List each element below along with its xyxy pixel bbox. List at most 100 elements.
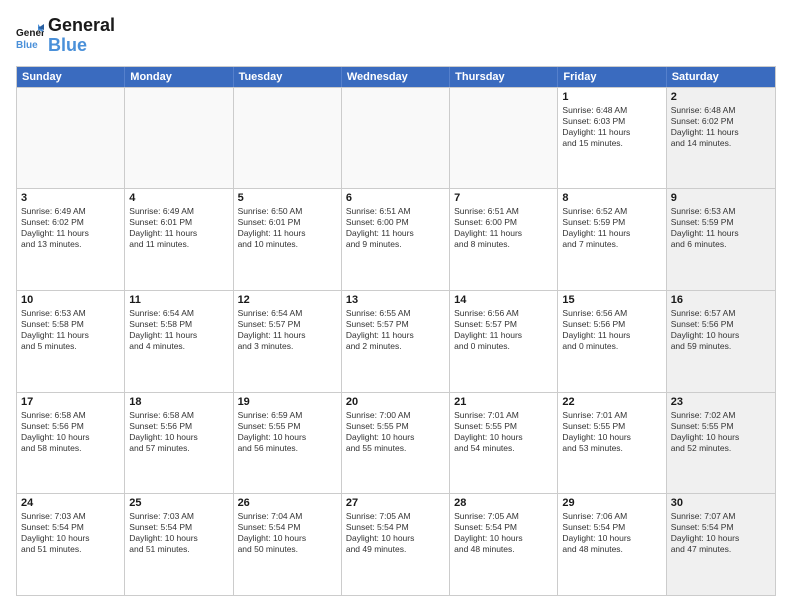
day-number: 18 xyxy=(129,396,228,408)
calendar-cell-2-5: 15 Sunrise: 6:56 AM Sunset: 5:56 PM Dayli… xyxy=(558,291,666,392)
cell-info: Sunrise: 6:53 AM Sunset: 5:58 PM Dayligh… xyxy=(21,308,120,352)
calendar-cell-2-3: 13 Sunrise: 6:55 AM Sunset: 5:57 PM Dayli… xyxy=(342,291,450,392)
calendar-cell-3-2: 19 Sunrise: 6:59 AM Sunset: 5:55 PM Dayli… xyxy=(234,393,342,494)
calendar-row-2: 10 Sunrise: 6:53 AM Sunset: 5:58 PM Dayli… xyxy=(17,290,775,392)
calendar-cell-2-0: 10 Sunrise: 6:53 AM Sunset: 5:58 PM Dayli… xyxy=(17,291,125,392)
logo-text: GeneralBlue xyxy=(48,16,115,56)
day-number: 25 xyxy=(129,497,228,509)
calendar-cell-4-4: 28 Sunrise: 7:05 AM Sunset: 5:54 PM Dayli… xyxy=(450,494,558,595)
calendar-cell-4-5: 29Sunrise: 7:06 AM Sunset: 5:54 PM Dayli… xyxy=(558,494,666,595)
cell-info: Sunrise: 7:05 AM Sunset: 5:54 PM Dayligh… xyxy=(346,511,445,555)
day-number: 8 xyxy=(562,192,661,204)
calendar-row-3: 17 Sunrise: 6:58 AM Sunset: 5:56 PM Dayli… xyxy=(17,392,775,494)
cell-info: Sunrise: 7:05 AM Sunset: 5:54 PM Dayligh… xyxy=(454,511,553,555)
cell-info: Sunrise: 6:58 AM Sunset: 5:56 PM Dayligh… xyxy=(21,410,120,454)
cell-info: Sunrise: 6:54 AM Sunset: 5:58 PM Dayligh… xyxy=(129,308,228,352)
calendar-cell-2-6: 16Sunrise: 6:57 AM Sunset: 5:56 PM Dayli… xyxy=(667,291,775,392)
weekday-header-thursday: Thursday xyxy=(450,67,558,87)
cell-info: Sunrise: 6:58 AM Sunset: 5:56 PM Dayligh… xyxy=(129,410,228,454)
cell-info: Sunrise: 7:03 AM Sunset: 5:54 PM Dayligh… xyxy=(21,511,120,555)
day-number: 7 xyxy=(454,192,553,204)
calendar-cell-1-0: 3 Sunrise: 6:49 AM Sunset: 6:02 PM Daylig… xyxy=(17,189,125,290)
weekday-header-sunday: Sunday xyxy=(17,67,125,87)
day-number: 22 xyxy=(562,396,661,408)
day-number: 19 xyxy=(238,396,337,408)
cell-info: Sunrise: 6:54 AM Sunset: 5:57 PM Dayligh… xyxy=(238,308,337,352)
calendar-cell-1-2: 5 Sunrise: 6:50 AM Sunset: 6:01 PM Daylig… xyxy=(234,189,342,290)
cell-info: Sunrise: 6:48 AM Sunset: 6:03 PM Dayligh… xyxy=(562,105,661,149)
calendar-cell-1-3: 6 Sunrise: 6:51 AM Sunset: 6:00 PM Daylig… xyxy=(342,189,450,290)
calendar-cell-0-3 xyxy=(342,88,450,189)
day-number: 3 xyxy=(21,192,120,204)
calendar-cell-4-6: 30 Sunrise: 7:07 AM Sunset: 5:54 PM Dayli… xyxy=(667,494,775,595)
weekday-header-saturday: Saturday xyxy=(667,67,775,87)
day-number: 10 xyxy=(21,294,120,306)
day-number: 13 xyxy=(346,294,445,306)
calendar-row-0: 1 Sunrise: 6:48 AM Sunset: 6:03 PM Daylig… xyxy=(17,87,775,189)
calendar-cell-1-4: 7 Sunrise: 6:51 AM Sunset: 6:00 PM Daylig… xyxy=(450,189,558,290)
cell-info: Sunrise: 6:59 AM Sunset: 5:55 PM Dayligh… xyxy=(238,410,337,454)
day-number: 21 xyxy=(454,396,553,408)
day-number: 28 xyxy=(454,497,553,509)
day-number: 6 xyxy=(346,192,445,204)
calendar-body: 1 Sunrise: 6:48 AM Sunset: 6:03 PM Daylig… xyxy=(17,87,775,595)
logo-icon: General Blue xyxy=(16,22,44,50)
calendar-cell-3-1: 18 Sunrise: 6:58 AM Sunset: 5:56 PM Dayli… xyxy=(125,393,233,494)
calendar-cell-3-0: 17 Sunrise: 6:58 AM Sunset: 5:56 PM Dayli… xyxy=(17,393,125,494)
page-header: General Blue GeneralBlue xyxy=(16,16,776,56)
day-number: 12 xyxy=(238,294,337,306)
calendar-cell-0-5: 1 Sunrise: 6:48 AM Sunset: 6:03 PM Daylig… xyxy=(558,88,666,189)
svg-text:Blue: Blue xyxy=(16,40,38,50)
cell-info: Sunrise: 7:04 AM Sunset: 5:54 PM Dayligh… xyxy=(238,511,337,555)
calendar-cell-1-1: 4Sunrise: 6:49 AM Sunset: 6:01 PM Daylig… xyxy=(125,189,233,290)
weekday-header-monday: Monday xyxy=(125,67,233,87)
cell-info: Sunrise: 6:53 AM Sunset: 5:59 PM Dayligh… xyxy=(671,206,771,250)
day-number: 9 xyxy=(671,192,771,204)
cell-info: Sunrise: 6:51 AM Sunset: 6:00 PM Dayligh… xyxy=(346,206,445,250)
calendar-cell-1-6: 9 Sunrise: 6:53 AM Sunset: 5:59 PM Daylig… xyxy=(667,189,775,290)
cell-info: Sunrise: 6:51 AM Sunset: 6:00 PM Dayligh… xyxy=(454,206,553,250)
day-number: 2 xyxy=(671,91,771,103)
calendar-cell-3-4: 21 Sunrise: 7:01 AM Sunset: 5:55 PM Dayli… xyxy=(450,393,558,494)
day-number: 16 xyxy=(671,294,771,306)
day-number: 14 xyxy=(454,294,553,306)
weekday-header-wednesday: Wednesday xyxy=(342,67,450,87)
cell-info: Sunrise: 6:55 AM Sunset: 5:57 PM Dayligh… xyxy=(346,308,445,352)
logo: General Blue GeneralBlue xyxy=(16,16,115,56)
calendar-cell-2-1: 11 Sunrise: 6:54 AM Sunset: 5:58 PM Dayli… xyxy=(125,291,233,392)
calendar-cell-4-2: 26 Sunrise: 7:04 AM Sunset: 5:54 PM Dayli… xyxy=(234,494,342,595)
calendar-cell-3-3: 20 Sunrise: 7:00 AM Sunset: 5:55 PM Dayli… xyxy=(342,393,450,494)
calendar-cell-3-6: 23Sunrise: 7:02 AM Sunset: 5:55 PM Dayli… xyxy=(667,393,775,494)
day-number: 23 xyxy=(671,396,771,408)
day-number: 30 xyxy=(671,497,771,509)
day-number: 11 xyxy=(129,294,228,306)
day-number: 17 xyxy=(21,396,120,408)
day-number: 5 xyxy=(238,192,337,204)
day-number: 1 xyxy=(562,91,661,103)
calendar-row-4: 24 Sunrise: 7:03 AM Sunset: 5:54 PM Dayli… xyxy=(17,493,775,595)
calendar-cell-4-3: 27 Sunrise: 7:05 AM Sunset: 5:54 PM Dayli… xyxy=(342,494,450,595)
cell-info: Sunrise: 6:52 AM Sunset: 5:59 PM Dayligh… xyxy=(562,206,661,250)
cell-info: Sunrise: 6:50 AM Sunset: 6:01 PM Dayligh… xyxy=(238,206,337,250)
cell-info: Sunrise: 6:56 AM Sunset: 5:56 PM Dayligh… xyxy=(562,308,661,352)
cell-info: Sunrise: 7:01 AM Sunset: 5:55 PM Dayligh… xyxy=(454,410,553,454)
day-number: 26 xyxy=(238,497,337,509)
calendar-cell-2-2: 12 Sunrise: 6:54 AM Sunset: 5:57 PM Dayli… xyxy=(234,291,342,392)
day-number: 4 xyxy=(129,192,228,204)
calendar-cell-3-5: 22Sunrise: 7:01 AM Sunset: 5:55 PM Dayli… xyxy=(558,393,666,494)
cell-info: Sunrise: 7:00 AM Sunset: 5:55 PM Dayligh… xyxy=(346,410,445,454)
cell-info: Sunrise: 6:56 AM Sunset: 5:57 PM Dayligh… xyxy=(454,308,553,352)
weekday-header-tuesday: Tuesday xyxy=(234,67,342,87)
calendar-cell-2-4: 14 Sunrise: 6:56 AM Sunset: 5:57 PM Dayli… xyxy=(450,291,558,392)
day-number: 15 xyxy=(562,294,661,306)
calendar-header: SundayMondayTuesdayWednesdayThursdayFrid… xyxy=(17,67,775,87)
cell-info: Sunrise: 7:07 AM Sunset: 5:54 PM Dayligh… xyxy=(671,511,771,555)
calendar-cell-1-5: 8 Sunrise: 6:52 AM Sunset: 5:59 PM Daylig… xyxy=(558,189,666,290)
day-number: 24 xyxy=(21,497,120,509)
calendar: SundayMondayTuesdayWednesdayThursdayFrid… xyxy=(16,66,776,596)
cell-info: Sunrise: 6:49 AM Sunset: 6:02 PM Dayligh… xyxy=(21,206,120,250)
day-number: 27 xyxy=(346,497,445,509)
calendar-row-1: 3 Sunrise: 6:49 AM Sunset: 6:02 PM Daylig… xyxy=(17,188,775,290)
day-number: 20 xyxy=(346,396,445,408)
cell-info: Sunrise: 7:06 AM Sunset: 5:54 PM Dayligh… xyxy=(562,511,661,555)
